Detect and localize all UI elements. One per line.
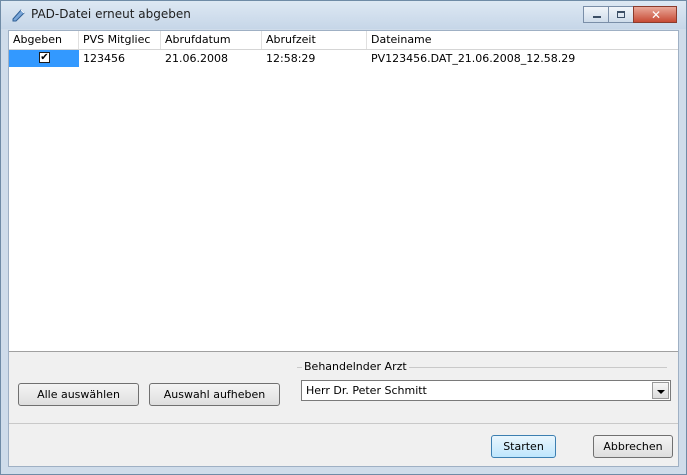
divider (9, 423, 678, 424)
close-icon: ✕ (650, 8, 662, 22)
dropdown-button[interactable] (652, 382, 669, 399)
minimize-icon (593, 16, 601, 18)
doctor-select[interactable]: Herr Dr. Peter Schmitt (301, 380, 671, 401)
pencil-document-icon (12, 9, 25, 22)
dialog-client-area: Abgeben PVS Mitgliec Abrufdatum Abrufzei… (8, 30, 679, 467)
minimize-button[interactable] (583, 6, 609, 23)
table-row[interactable]: ✔ 123456 21.06.2008 12:58:29 PV123456.DA… (9, 50, 678, 67)
doctor-select-value: Herr Dr. Peter Schmitt (306, 384, 427, 397)
pvs-cell: 123456 (83, 52, 125, 65)
maximize-icon (617, 11, 625, 18)
column-header-abrufzeit[interactable]: Abrufzeit (262, 31, 367, 49)
column-header-abgeben[interactable]: Abgeben (9, 31, 79, 49)
checkbox-checked-icon[interactable]: ✔ (39, 52, 50, 63)
chevron-down-icon (657, 390, 665, 394)
deselect-button[interactable]: Auswahl aufheben (149, 383, 280, 406)
start-button[interactable]: Starten (491, 435, 556, 458)
file-table[interactable]: Abgeben PVS Mitgliec Abrufdatum Abrufzei… (9, 31, 678, 352)
maximize-button[interactable] (608, 6, 634, 23)
select-all-button[interactable]: Alle auswählen (18, 383, 139, 406)
window-controls: ✕ (583, 6, 677, 24)
abrufzeit-cell: 12:58:29 (266, 52, 316, 65)
close-button[interactable]: ✕ (633, 6, 677, 23)
dialog-window: PAD-Datei erneut abgeben ✕ Abgeben PVS M… (0, 0, 687, 475)
abgeben-cell[interactable]: ✔ (9, 50, 79, 67)
table-header: Abgeben PVS Mitgliec Abrufdatum Abrufzei… (9, 31, 678, 50)
cancel-button[interactable]: Abbrechen (593, 435, 673, 458)
title-bar[interactable]: PAD-Datei erneut abgeben ✕ (1, 1, 686, 29)
column-header-abrufdatum[interactable]: Abrufdatum (161, 31, 262, 49)
column-header-pvs[interactable]: PVS Mitgliec (79, 31, 161, 49)
window-title: PAD-Datei erneut abgeben (31, 7, 191, 21)
doctor-group-label: Behandelnder Arzt (302, 360, 409, 373)
column-header-dateiname[interactable]: Dateiname (367, 31, 678, 49)
abrufdatum-cell: 21.06.2008 (165, 52, 228, 65)
dateiname-cell: PV123456.DAT_21.06.2008_12.58.29 (371, 52, 576, 65)
